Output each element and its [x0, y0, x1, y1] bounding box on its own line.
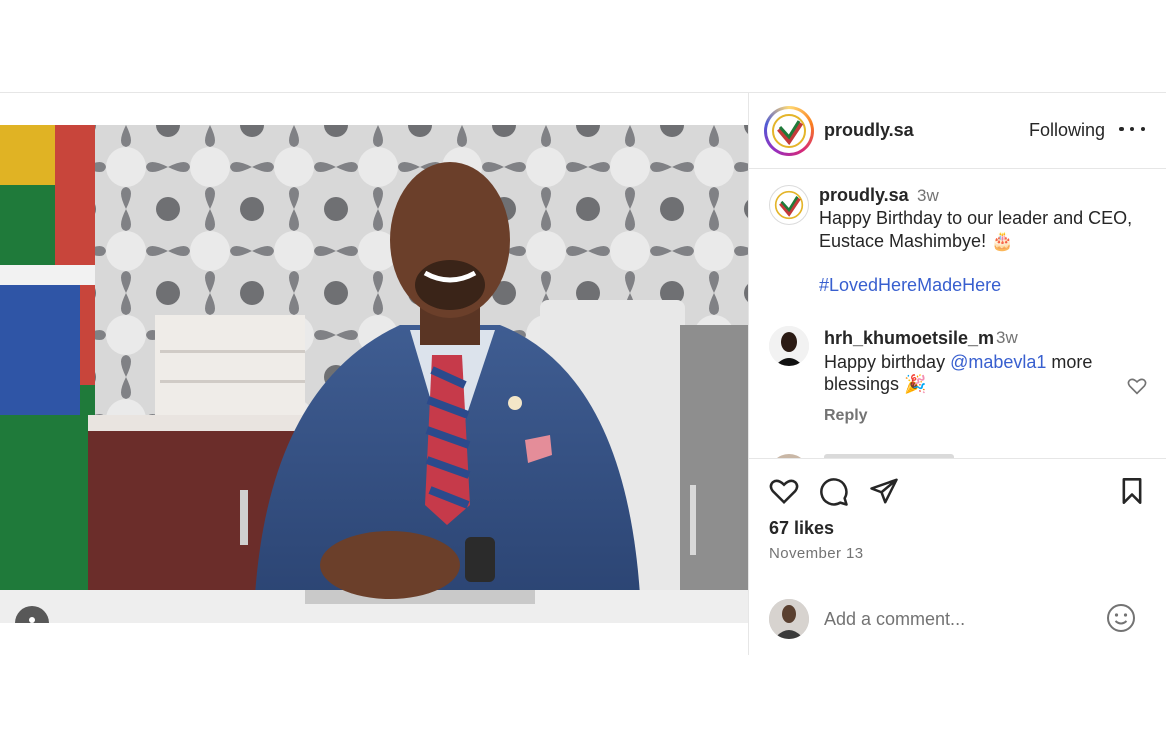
brand-logo	[767, 109, 811, 153]
comment-icon[interactable]	[819, 477, 849, 512]
post-photo[interactable]	[0, 125, 748, 623]
caption-avatar[interactable]	[769, 185, 809, 225]
post-media	[0, 93, 748, 656]
comment-text-start: Happy birthday	[824, 352, 951, 372]
author-avatar[interactable]	[764, 106, 814, 156]
following-button[interactable]: Following	[1029, 120, 1105, 141]
caption-username[interactable]: proudly.sa	[819, 185, 909, 206]
author-username[interactable]: proudly.sa	[824, 120, 914, 141]
post-date[interactable]: November 13	[769, 545, 863, 562]
comments-list[interactable]: proudly.sa 3w Happy Birthday to our lead…	[749, 170, 1166, 458]
commenter-avatar[interactable]	[769, 326, 809, 366]
share-icon[interactable]	[869, 477, 899, 510]
more-options-icon[interactable]	[1119, 119, 1145, 139]
likes-count[interactable]: 67 likes	[769, 518, 834, 539]
comment-text: Happy birthday @mabevla1 more blessings …	[824, 351, 1114, 395]
reply-button[interactable]: Reply	[824, 407, 868, 425]
heart-icon[interactable]	[769, 477, 799, 510]
comment-timestamp[interactable]: 3w	[996, 328, 1018, 348]
post-actions: 67 likes November 13	[749, 458, 1166, 656]
caption-text: Happy Birthday to our leader and CEO, Eu…	[819, 208, 1133, 251]
bookmark-icon[interactable]	[1119, 477, 1145, 510]
current-user-avatar	[769, 599, 809, 639]
caption-hashtag[interactable]: #LovedHereMadeHere	[819, 275, 1001, 296]
page-bottom-margin	[0, 655, 1166, 745]
emoji-icon[interactable]	[1106, 603, 1136, 638]
photo-illustration	[0, 125, 748, 623]
caption-timestamp[interactable]: 3w	[917, 186, 939, 206]
comment-input[interactable]	[824, 606, 1094, 632]
page-top-margin	[0, 0, 1166, 92]
comment-mention[interactable]: @mabevla1	[950, 352, 1046, 372]
add-comment-bar	[749, 587, 1166, 657]
comment-heart-icon[interactable]	[1127, 377, 1147, 400]
post-header: proudly.sa Following	[749, 93, 1166, 169]
comment-username[interactable]: hrh_khumoetsile_m	[824, 328, 994, 349]
post-side-panel: proudly.sa Following proudly.sa 3w Happy…	[748, 93, 1166, 656]
post-dialog: proudly.sa Following proudly.sa 3w Happy…	[0, 92, 1166, 656]
